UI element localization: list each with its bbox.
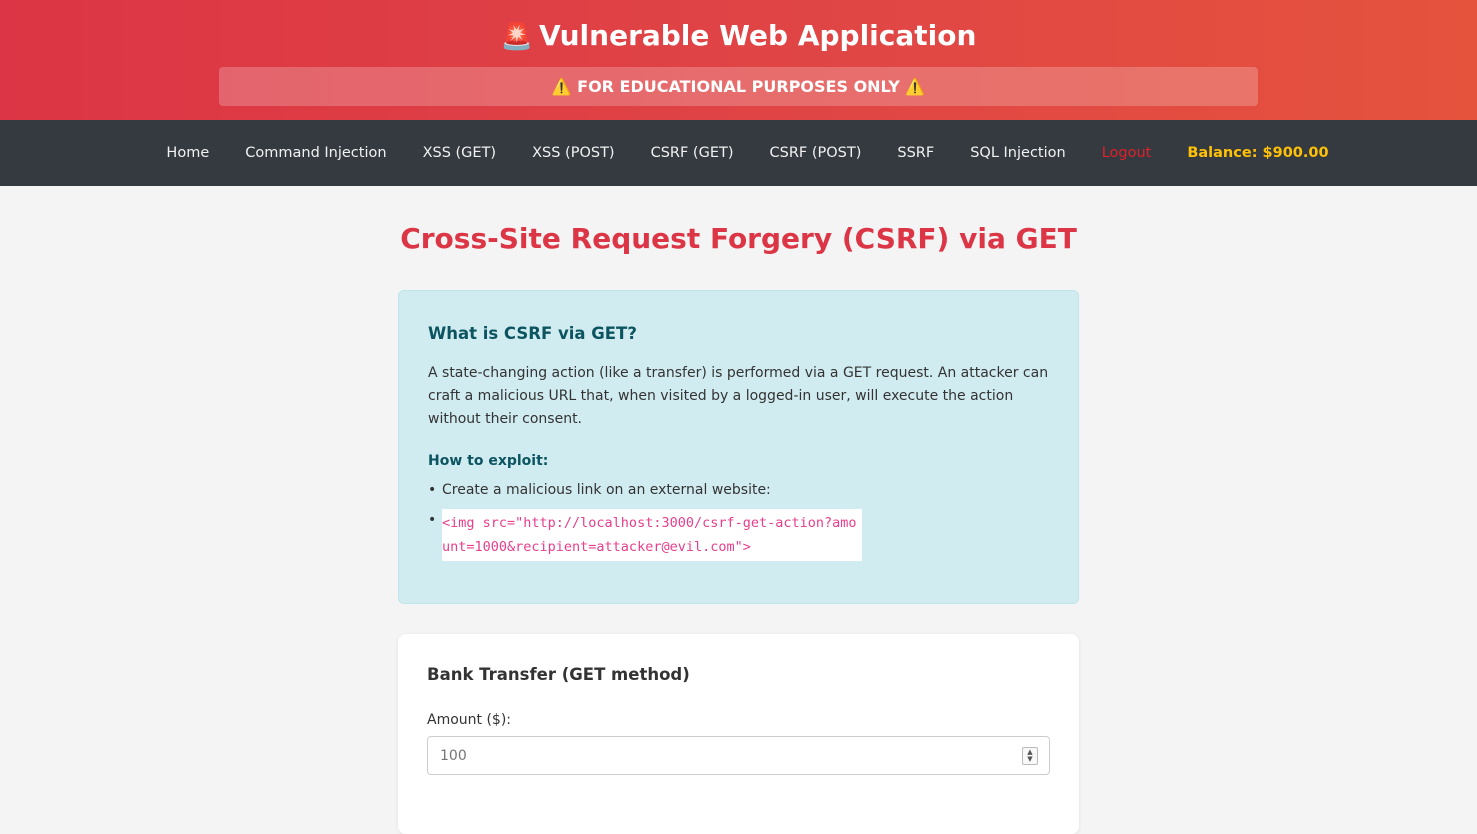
- nav-home[interactable]: Home: [166, 145, 209, 161]
- nav-csrf-post[interactable]: CSRF (POST): [770, 145, 862, 161]
- exploit-heading: How to exploit:: [428, 453, 549, 469]
- number-spinner[interactable]: ▲ ▼: [1022, 747, 1038, 765]
- educational-warning: ⚠️ FOR EDUCATIONAL PURPOSES ONLY ⚠️: [219, 67, 1258, 106]
- main-content: Cross-Site Request Forgery (CSRF) via GE…: [398, 222, 1079, 834]
- transfer-card: Bank Transfer (GET method) Amount ($): ▲…: [398, 634, 1079, 834]
- exploit-steps: Create a malicious link on an external w…: [428, 479, 1049, 561]
- nav-xss-get[interactable]: XSS (GET): [423, 145, 497, 161]
- info-heading: What is CSRF via GET?: [428, 324, 637, 343]
- nav-ssrf[interactable]: SSRF: [897, 145, 934, 161]
- exploit-code: <img src="http://localhost:3000/csrf-get…: [442, 509, 862, 561]
- nav-xss-post[interactable]: XSS (POST): [532, 145, 614, 161]
- page-title: Cross-Site Request Forgery (CSRF) via GE…: [400, 222, 1077, 255]
- siren-icon: 🚨: [500, 22, 533, 52]
- info-description: A state-changing action (like a transfer…: [428, 365, 1049, 427]
- logout-link[interactable]: Logout: [1102, 145, 1152, 161]
- nav-csrf-get[interactable]: CSRF (GET): [651, 145, 734, 161]
- main-nav: Home Command Injection XSS (GET) XSS (PO…: [0, 120, 1477, 186]
- list-item: Create a malicious link on an external w…: [428, 479, 1049, 501]
- balance-display: Balance: $900.00: [1187, 145, 1329, 161]
- nav-command-injection[interactable]: Command Injection: [245, 145, 386, 161]
- list-item-code: <img src="http://localhost:3000/csrf-get…: [428, 509, 1049, 561]
- amount-input-wrap: ▲▼: [427, 736, 1050, 775]
- info-box: What is CSRF via GET? A state-changing a…: [398, 290, 1079, 604]
- amount-label: Amount ($):: [427, 712, 512, 728]
- top-banner: 🚨 Vulnerable Web Application ⚠️ FOR EDUCA…: [0, 0, 1477, 120]
- nav-sql-injection[interactable]: SQL Injection: [970, 145, 1065, 161]
- transfer-title: Bank Transfer (GET method): [427, 665, 690, 684]
- app-title: 🚨 Vulnerable Web Application: [0, 18, 1477, 55]
- spinner-down-icon[interactable]: ▼: [1027, 756, 1032, 763]
- app-title-text: Vulnerable Web Application: [538, 19, 977, 52]
- amount-input[interactable]: [427, 736, 1050, 775]
